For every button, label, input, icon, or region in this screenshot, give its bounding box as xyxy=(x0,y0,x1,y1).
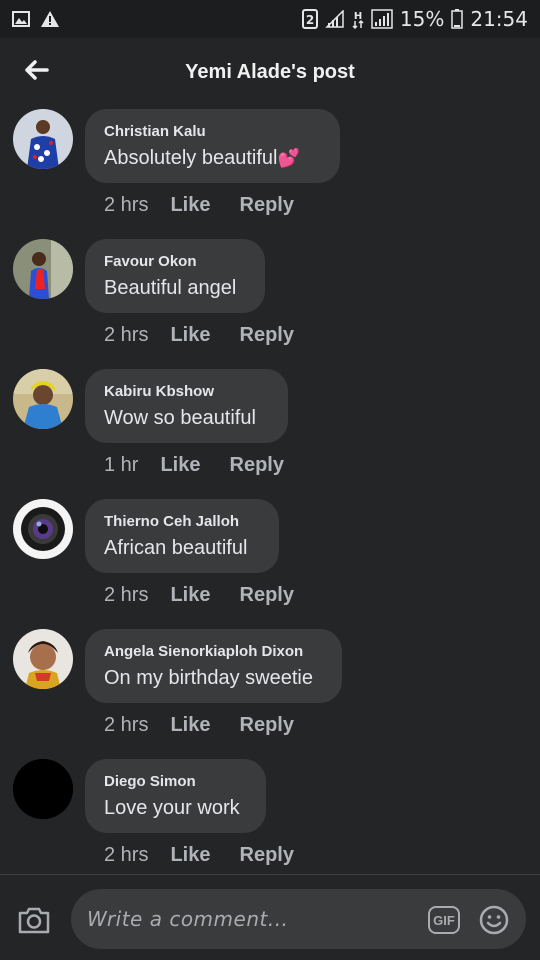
comment-item: Thierno Ceh Jalloh African beautiful 2 h… xyxy=(0,496,540,626)
comment-author[interactable]: Diego Simon xyxy=(104,772,246,792)
camera-button[interactable] xyxy=(16,902,52,938)
avatar[interactable] xyxy=(13,629,73,689)
comment-item: Kabiru Kbshow Wow so beautiful 1 hr Like… xyxy=(0,366,540,496)
reply-button[interactable]: Reply xyxy=(240,714,294,737)
like-button[interactable]: Like xyxy=(170,324,210,347)
comment-meta: 2 hrs Like Reply xyxy=(104,710,294,740)
back-arrow-icon xyxy=(25,60,49,80)
battery-percent: 15% xyxy=(399,7,445,31)
avatar[interactable] xyxy=(13,239,73,299)
image-notification-icon xyxy=(12,11,30,27)
comment-bubble[interactable]: Kabiru Kbshow Wow so beautiful xyxy=(85,369,288,443)
sim-2-icon: 2 xyxy=(301,9,318,29)
smiley-icon xyxy=(479,905,509,935)
comment-text: Love your work xyxy=(104,797,240,819)
comment-author[interactable]: Favour Okon xyxy=(104,252,245,272)
signal-icon xyxy=(325,10,345,28)
avatar[interactable] xyxy=(13,759,73,819)
like-button[interactable]: Like xyxy=(170,584,210,607)
like-button[interactable]: Like xyxy=(160,454,200,477)
comment-item: Diego Simon Love your work 2 hrs Like Re… xyxy=(0,756,540,886)
comment-item: Christian Kalu Absolutely beautiful💕 2 h… xyxy=(0,106,540,236)
like-button[interactable]: Like xyxy=(170,194,210,217)
comment-meta: 2 hrs Like Reply xyxy=(104,840,294,870)
comment-text: On my birthday sweetie xyxy=(104,667,313,689)
comment-text: Beautiful angel xyxy=(104,277,237,299)
reply-button[interactable]: Reply xyxy=(240,324,294,347)
camera-icon xyxy=(18,907,50,934)
sim-number: 2 xyxy=(306,13,314,27)
back-button[interactable] xyxy=(20,54,52,86)
reply-button[interactable]: Reply xyxy=(240,844,294,867)
comment-bubble[interactable]: Angela Sienorkiaploh Dixon On my birthda… xyxy=(85,629,342,703)
status-bar: 2 H 15% 21:54 xyxy=(0,0,540,38)
comment-bubble[interactable]: Thierno Ceh Jalloh African beautiful xyxy=(85,499,279,573)
comment-author[interactable]: Kabiru Kbshow xyxy=(104,382,268,402)
comment-author[interactable]: Angela Sienorkiaploh Dixon xyxy=(104,642,322,662)
reply-button[interactable]: Reply xyxy=(230,454,284,477)
comment-meta: 2 hrs Like Reply xyxy=(104,320,294,350)
comment-text: African beautiful xyxy=(104,537,248,559)
comment-composer: GIF xyxy=(0,874,540,960)
emoji-button[interactable] xyxy=(479,905,509,935)
comment-time[interactable]: 2 hrs xyxy=(104,844,148,867)
page-title: Yemi Alade's post xyxy=(185,60,355,83)
gif-button[interactable]: GIF xyxy=(428,906,460,934)
signal-2-icon xyxy=(371,9,393,29)
avatar[interactable] xyxy=(13,109,73,169)
comment-bubble[interactable]: Diego Simon Love your work xyxy=(85,759,266,833)
comment-text: Absolutely beautiful💕 xyxy=(104,145,320,171)
reply-button[interactable]: Reply xyxy=(240,194,294,217)
clock: 21:54 xyxy=(470,7,528,31)
comment-time[interactable]: 2 hrs xyxy=(104,714,148,737)
header: Yemi Alade's post xyxy=(0,38,540,106)
comment-meta: 2 hrs Like Reply xyxy=(104,580,294,610)
comment-meta: 1 hr Like Reply xyxy=(104,450,284,480)
comments-list: Christian Kalu Absolutely beautiful💕 2 h… xyxy=(0,106,540,886)
like-button[interactable]: Like xyxy=(170,844,210,867)
two-hearts-emoji: 💕 xyxy=(277,148,300,168)
comment-text-content: Absolutely beautiful xyxy=(104,147,278,169)
comment-bubble[interactable]: Favour Okon Beautiful angel xyxy=(85,239,265,313)
reply-button[interactable]: Reply xyxy=(240,584,294,607)
comment-bubble[interactable]: Christian Kalu Absolutely beautiful💕 xyxy=(85,109,340,183)
network-type-icon: H xyxy=(352,9,364,29)
comment-author[interactable]: Christian Kalu xyxy=(104,122,320,142)
comment-time[interactable]: 1 hr xyxy=(104,454,138,477)
comment-time[interactable]: 2 hrs xyxy=(104,194,148,217)
battery-icon xyxy=(451,9,464,29)
comment-item: Favour Okon Beautiful angel 2 hrs Like R… xyxy=(0,236,540,366)
avatar[interactable] xyxy=(13,369,73,429)
warning-icon xyxy=(40,10,60,28)
comment-time[interactable]: 2 hrs xyxy=(104,584,148,607)
comment-author[interactable]: Thierno Ceh Jalloh xyxy=(104,512,259,532)
like-button[interactable]: Like xyxy=(170,714,210,737)
comment-meta: 2 hrs Like Reply xyxy=(104,190,294,220)
comment-text: Wow so beautiful xyxy=(104,407,256,429)
comment-time[interactable]: 2 hrs xyxy=(104,324,148,347)
avatar[interactable] xyxy=(13,499,73,559)
comment-item: Angela Sienorkiaploh Dixon On my birthda… xyxy=(0,626,540,756)
